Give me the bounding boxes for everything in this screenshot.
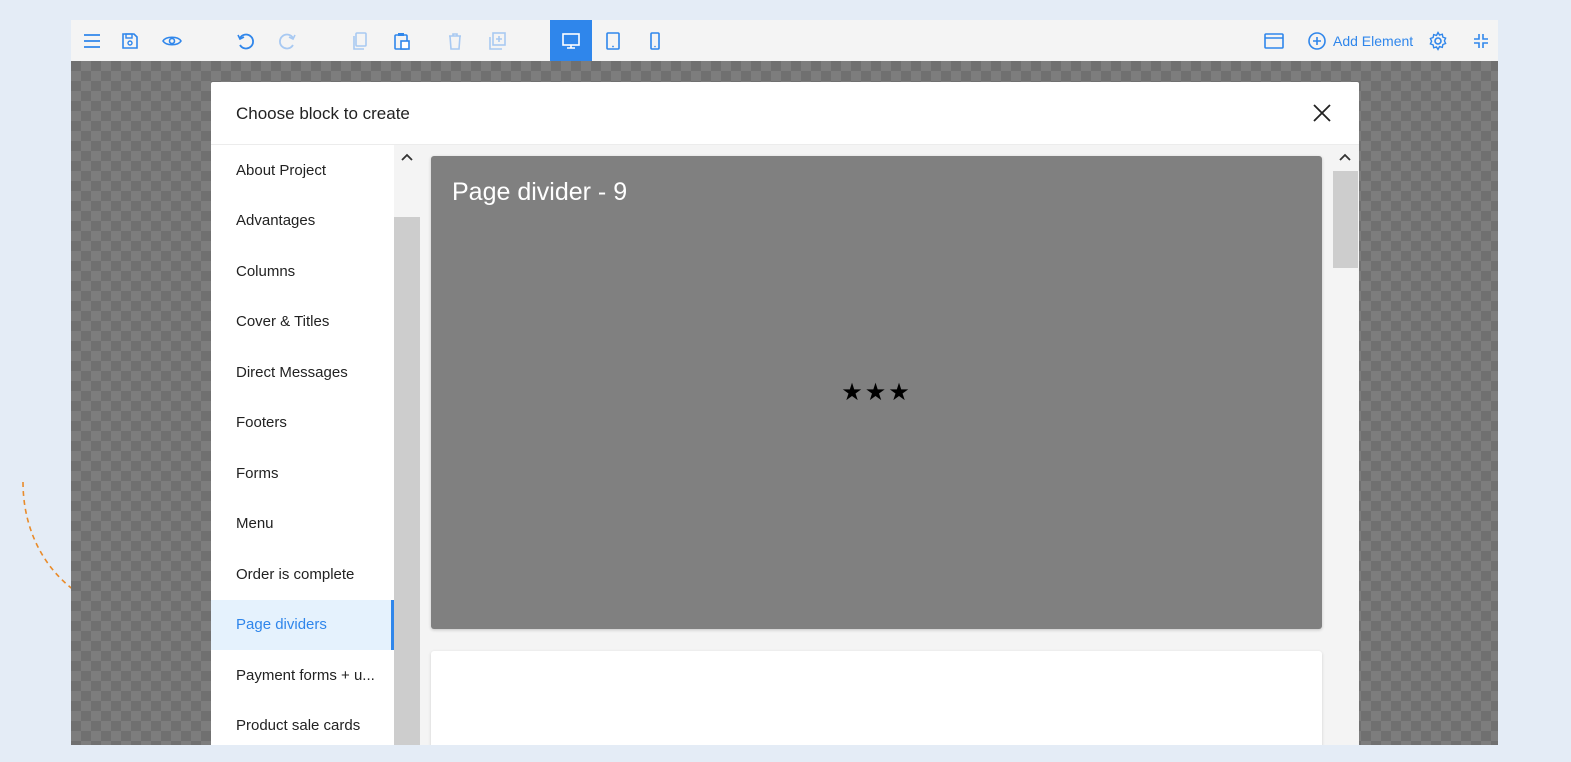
preview-eye-icon[interactable]: [151, 20, 193, 61]
category-item-direct-messages[interactable]: Direct Messages: [211, 347, 394, 398]
block-preview-title: Page divider - 9: [452, 178, 628, 206]
category-item-order-complete[interactable]: Order is complete: [211, 549, 394, 600]
block-preview-card[interactable]: Page divider - 9 ★★★: [431, 156, 1322, 629]
mobile-icon[interactable]: [634, 20, 676, 61]
add-circle-icon: [1308, 31, 1326, 50]
category-item-footers[interactable]: Footers: [211, 398, 394, 449]
add-element-button[interactable]: Add Element: [1307, 20, 1413, 61]
editor-toolbar: Add Element: [71, 20, 1498, 61]
category-item-page-dividers[interactable]: Page dividers: [211, 599, 394, 650]
collapse-icon[interactable]: [1460, 20, 1498, 61]
category-scrollbar[interactable]: [394, 145, 420, 745]
settings-gear-icon[interactable]: [1417, 20, 1459, 61]
scroll-up-icon[interactable]: [1339, 152, 1351, 162]
choose-block-modal: Choose block to create About Project Adv…: [211, 82, 1359, 745]
close-icon[interactable]: [1311, 102, 1333, 124]
category-scrollbar-thumb[interactable]: [394, 217, 420, 745]
block-preview-stars: ★★★: [841, 379, 912, 406]
scroll-up-icon[interactable]: [401, 152, 413, 162]
category-item-product-sale-cards[interactable]: Product sale cards: [211, 701, 394, 746]
category-item-advantages[interactable]: Advantages: [211, 196, 394, 247]
redo-icon[interactable]: [267, 20, 309, 61]
undo-icon[interactable]: [224, 20, 266, 61]
desktop-icon[interactable]: [550, 20, 592, 61]
tablet-icon[interactable]: [592, 20, 634, 61]
category-item-menu[interactable]: Menu: [211, 499, 394, 550]
modal-title: Choose block to create: [236, 104, 410, 123]
duplicate-icon[interactable]: [476, 20, 518, 61]
menu-icon[interactable]: [71, 20, 113, 61]
block-preview-list: Page divider - 9 ★★★: [420, 145, 1332, 745]
category-item-forms[interactable]: Forms: [211, 448, 394, 499]
window-icon[interactable]: [1253, 20, 1295, 61]
copy-icon[interactable]: [339, 20, 381, 61]
delete-icon[interactable]: [434, 20, 476, 61]
add-element-label: Add Element: [1333, 32, 1414, 49]
paste-icon[interactable]: [381, 20, 423, 61]
category-item-payment-forms[interactable]: Payment forms + u...: [211, 650, 394, 701]
category-item-about-project[interactable]: About Project: [211, 145, 394, 196]
modal-header: Choose block to create: [211, 82, 1359, 145]
preview-scrollbar[interactable]: [1332, 145, 1359, 745]
save-icon[interactable]: [109, 20, 151, 61]
block-preview-card-next[interactable]: [431, 651, 1322, 745]
preview-scrollbar-thumb[interactable]: [1333, 171, 1358, 268]
category-item-cover-titles[interactable]: Cover & Titles: [211, 297, 394, 348]
editor-canvas: Choose block to create About Project Adv…: [71, 61, 1498, 745]
category-item-columns[interactable]: Columns: [211, 246, 394, 297]
editor-app: Add Element Choose block to create About…: [71, 20, 1498, 745]
category-list: About Project Advantages Columns Cover &…: [211, 145, 394, 745]
